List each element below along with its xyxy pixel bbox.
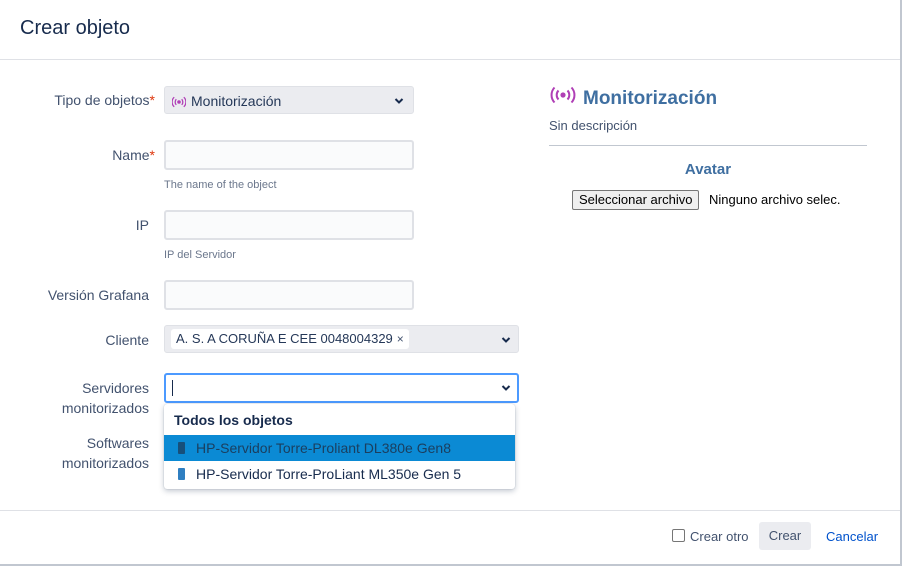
ip-input[interactable] [164,210,414,240]
name-label-text: Name [112,147,150,163]
chevron-down-icon [500,382,512,394]
dialog-header: Crear objeto [0,0,900,60]
softwares-label-line1: Softwares [86,435,149,451]
chevron-down-icon [393,95,405,107]
servidores-label: Servidores monitorizados [40,378,149,418]
choose-file-button[interactable]: Seleccionar archivo [572,190,700,210]
servidores-label-line2: monitorizados [61,400,149,416]
create-object-dialog: Crear objeto Tipo de objetos* Monitoriza… [0,0,902,566]
server-icon [178,468,185,480]
required-mark: * [149,92,155,108]
dropdown-option-label: HP-Servidor Torre-ProLiant ML350e Gen 5 [196,466,462,482]
dropdown-heading: Todos los objetos [174,412,293,428]
servidores-label-line1: Servidores [82,380,149,396]
tag-remove-icon[interactable]: × [397,332,404,346]
create-another-checkbox[interactable] [672,529,685,542]
dropdown-option[interactable]: HP-Servidor Torre-Proliant DL380e Gen8 [164,435,515,461]
name-input[interactable] [164,140,414,170]
required-mark: * [149,147,155,163]
file-status: Ninguno archivo selec. [709,192,841,207]
broadcast-icon [550,86,576,107]
version-label: Versión Grafana [47,287,149,303]
text-cursor [172,380,173,396]
divider [549,145,867,146]
tipo-value: Monitorización [191,93,282,109]
tipo-select[interactable]: Monitorización [164,86,414,114]
tipo-label: Tipo de objetos* [40,90,155,110]
server-icon [178,442,185,454]
dialog-title: Crear objeto [20,17,131,39]
dropdown-option-label: HP-Servidor Torre-Proliant DL380e Gen8 [196,440,451,456]
ip-label: IP [135,217,149,233]
name-help: The name of the object [164,179,277,191]
create-another-label: Crear otro [690,529,749,544]
footer-divider [0,510,900,511]
chevron-down-icon [500,334,512,346]
object-type-title: Monitorización [583,88,718,109]
broadcast-icon [171,95,187,111]
cliente-select[interactable]: A. S. A CORUÑA E CEE 0048004329 × [164,325,519,353]
tipo-label-text: Tipo de objetos [54,92,150,108]
servidores-select[interactable] [164,373,519,403]
cliente-tag-label: A. S. A CORUÑA E CEE 0048004329 [176,331,393,346]
softwares-label-line2: monitorizados [61,455,149,471]
avatar-label: Avatar [684,161,732,178]
softwares-label: Softwares monitorizados [40,433,149,473]
version-input[interactable] [164,280,414,310]
cliente-tag: A. S. A CORUÑA E CEE 0048004329 × [171,329,409,349]
name-label: Name* [40,145,155,165]
cancel-link[interactable]: Cancelar [826,529,878,544]
dropdown-option[interactable]: HP-Servidor Torre-ProLiant ML350e Gen 5 [164,461,515,487]
cliente-label: Cliente [105,332,149,348]
create-button[interactable]: Crear [759,522,811,550]
ip-help: IP del Servidor [164,249,236,261]
servidores-dropdown: Todos los objetos HP-Servidor Torre-Prol… [164,404,515,489]
object-type-description: Sin descripción [549,118,638,133]
